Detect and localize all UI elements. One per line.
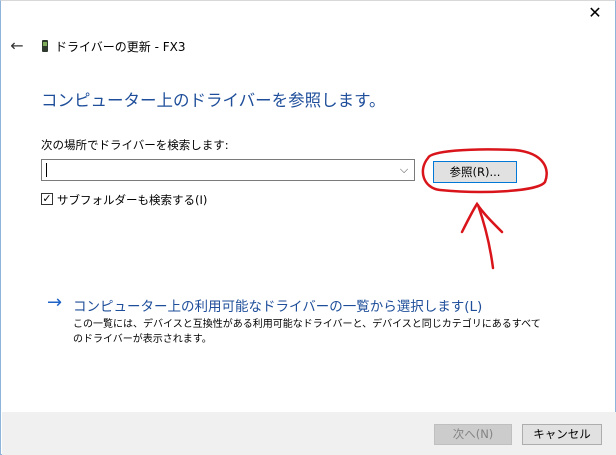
driver-path-combobox[interactable]: ⌵	[41, 159, 415, 181]
driver-path-input[interactable]	[44, 161, 398, 179]
text-caret	[46, 163, 47, 177]
arrow-right-icon[interactable]: →	[47, 293, 62, 313]
window-title: ドライバーの更新 - FX3	[55, 40, 186, 54]
device-icon	[42, 40, 48, 52]
chevron-down-icon[interactable]: ⌵	[397, 162, 411, 178]
browse-button[interactable]: 参照(R)...	[433, 161, 517, 183]
back-arrow-icon[interactable]: ←	[7, 36, 27, 56]
include-subfolders-label[interactable]: サブフォルダーも検索する(I)	[57, 192, 207, 208]
driver-update-dialog: ✕ ← ドライバーの更新 - FX3 コンピューター上のドライバーを参照します。…	[0, 0, 616, 455]
page-heading: コンピューター上のドライバーを参照します。	[41, 91, 386, 110]
close-icon[interactable]: ✕	[583, 3, 607, 23]
cancel-button[interactable]: キャンセル	[522, 424, 602, 445]
include-subfolders-checkbox[interactable]: ✓	[41, 193, 53, 205]
pick-from-list-link[interactable]: コンピューター上の利用可能なドライバーの一覧から選択します(L)	[73, 295, 482, 315]
search-location-label: 次の場所でドライバーを検索します:	[41, 138, 229, 152]
next-button: 次へ(N)	[434, 424, 512, 445]
pick-from-list-description: この一覧には、デバイスと互換性がある利用可能なドライバーと、デバイスと同じカテゴ…	[73, 319, 541, 345]
